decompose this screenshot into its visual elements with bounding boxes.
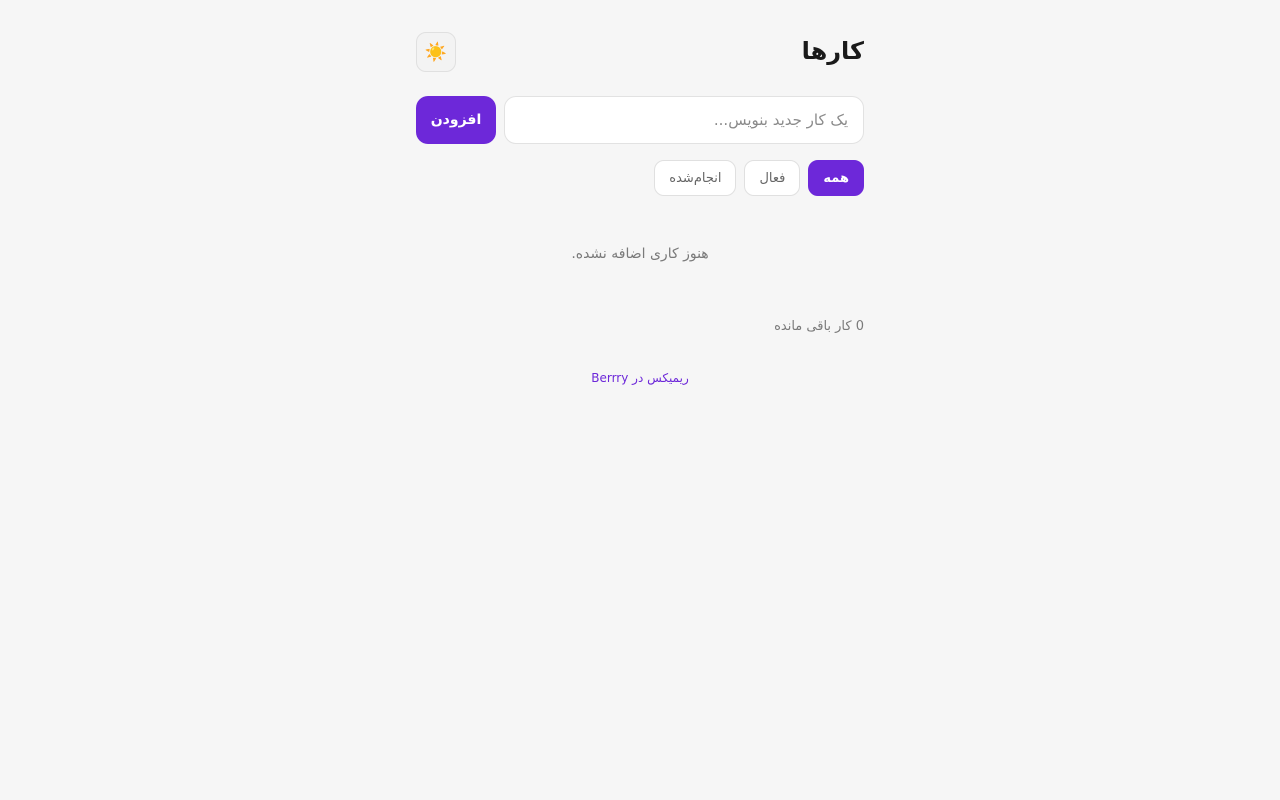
task-composer: افزودن <box>416 96 864 144</box>
new-task-input[interactable] <box>504 96 864 144</box>
header: کارها ☀️ <box>416 32 864 72</box>
filter-done-button[interactable]: انجام‌شده <box>654 160 737 196</box>
theme-toggle-button[interactable]: ☀️ <box>416 32 456 72</box>
empty-list-message: هنوز کاری اضافه نشده. <box>571 246 709 262</box>
remix-link[interactable]: ریمیکس در Berrry <box>416 370 864 386</box>
remaining-count: 0 کار باقی مانده <box>774 319 864 334</box>
filter-bar: همه فعال انجام‌شده <box>654 160 864 196</box>
sun-icon: ☀️ <box>424 42 448 62</box>
page-title: کارها <box>801 37 864 65</box>
filter-active-button[interactable]: فعال <box>744 160 801 196</box>
filter-all-button[interactable]: همه <box>808 160 864 196</box>
add-task-button[interactable]: افزودن <box>416 96 496 144</box>
